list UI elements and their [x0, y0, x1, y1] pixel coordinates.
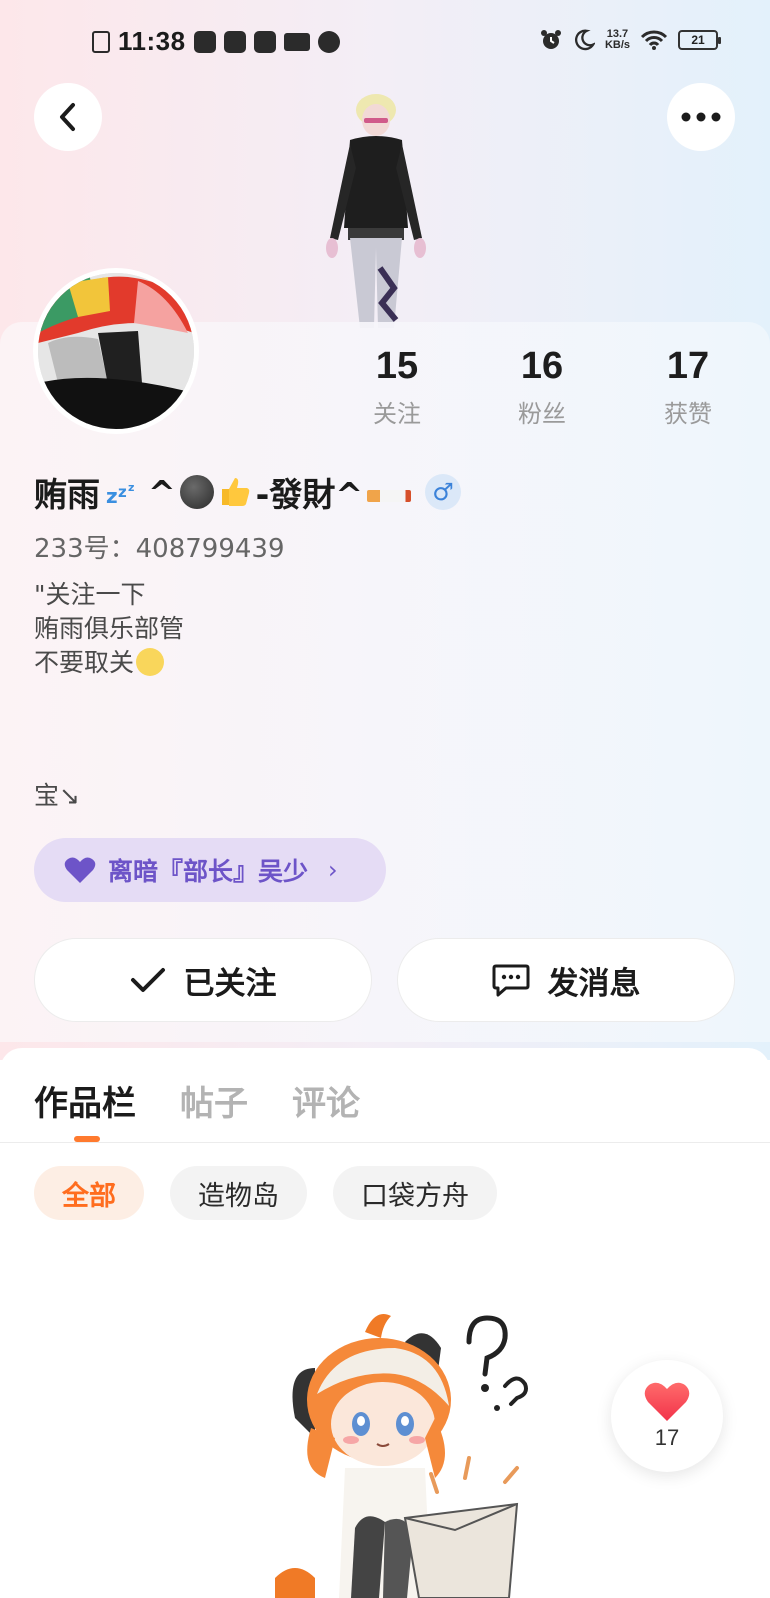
stat-likes[interactable]: 17 获赞: [628, 345, 748, 429]
stat-fans-count: 16: [520, 345, 564, 387]
net-speed-unit: KB/s: [604, 39, 630, 51]
username-part1: 贿雨: [34, 475, 100, 514]
user-id[interactable]: 233号：408799439: [34, 528, 285, 565]
message-button-label: 发消息: [547, 965, 641, 1002]
chat-bubble-icon: [492, 964, 529, 997]
stat-following-label: 关注: [373, 400, 421, 428]
status-time: 11:38: [118, 26, 186, 56]
username-row: 贿雨 zzz ^ -發財^ ♂: [34, 468, 462, 516]
back-button[interactable]: [34, 83, 102, 151]
battery-indicator: 21: [678, 30, 721, 50]
message-button[interactable]: 发消息: [397, 938, 735, 1022]
follow-button-label: 已关注: [183, 965, 277, 1002]
more-dots-icon: [681, 112, 721, 122]
like-count: 17: [654, 1425, 680, 1450]
empty-state-illustration: [275, 1314, 528, 1598]
play-icon: [223, 30, 246, 53]
tab-posts[interactable]: 帖子: [180, 1076, 248, 1125]
avatar-image: [38, 269, 194, 429]
stat-fans-label: 粉丝: [518, 400, 566, 428]
filter-all[interactable]: 全部: [34, 1166, 144, 1220]
bio: "关注一下 贿雨俱乐部管 不要取关: [34, 578, 184, 680]
filter-pocket-ark[interactable]: 口袋方舟: [333, 1166, 497, 1220]
stat-fans[interactable]: 16 粉丝: [482, 345, 602, 429]
video-icon: [283, 32, 310, 51]
sim-icon: [92, 30, 110, 53]
wifi-icon: [640, 30, 668, 50]
bio-line-text: 不要取关: [34, 648, 135, 677]
tab-bar: 作品栏 帖子 评论: [34, 1076, 360, 1125]
thumbs-up-emoji: [221, 478, 249, 506]
bio-extra: 宝↘: [34, 781, 80, 810]
heart-icon: [64, 857, 96, 883]
more-button[interactable]: [667, 83, 735, 151]
username-part3: -發財^: [255, 475, 364, 514]
avatar[interactable]: [33, 268, 199, 434]
filter-chips: 全部 造物岛 口袋方舟: [34, 1166, 497, 1220]
club-label: 离暗『部长』吴少: [108, 857, 309, 886]
check-circle-icon: [317, 30, 340, 53]
heart-icon: [644, 1382, 690, 1421]
relieved-face-emoji: [136, 648, 165, 676]
bio-line: "关注一下: [34, 580, 146, 609]
club-badge[interactable]: 离暗『部长』吴少 ›: [34, 838, 386, 902]
status-bar: 11:38 13.7 KB/s 21: [0, 22, 770, 66]
like-floating-button[interactable]: 17: [611, 1360, 723, 1472]
divider: [0, 1142, 770, 1143]
svg-text:z: z: [106, 484, 118, 507]
stat-following-count: 15: [375, 345, 419, 387]
checkmark-icon: [130, 968, 165, 992]
stat-likes-count: 17: [666, 345, 710, 387]
zzz-emoji: zzz: [106, 481, 134, 507]
back-arrow-icon: [60, 103, 75, 131]
cigarette-emoji: [367, 490, 412, 502]
male-icon: ♂: [425, 474, 462, 510]
profile-character-image: [326, 94, 426, 328]
bio-line-last: 不要取关: [34, 646, 184, 680]
alarm-icon: [540, 30, 561, 49]
follow-button[interactable]: 已关注: [34, 938, 372, 1022]
bio-line: 贿雨俱乐部管: [34, 614, 185, 643]
net-speed: 13.7 KB/s: [605, 29, 630, 51]
bus-icon: [253, 30, 276, 53]
svg-text:z: z: [118, 483, 127, 501]
tab-works[interactable]: 作品栏: [34, 1076, 136, 1125]
stat-likes-label: 获赞: [664, 400, 712, 428]
new-moon-face-emoji: [179, 475, 214, 509]
chevron-right-icon: ›: [328, 856, 338, 884]
tab-comments[interactable]: 评论: [292, 1076, 360, 1125]
mail-icon: [193, 30, 216, 53]
stat-following[interactable]: 15 关注: [337, 345, 457, 429]
username-part2: ^: [148, 472, 176, 512]
filter-creation-island[interactable]: 造物岛: [170, 1166, 307, 1220]
svg-text:z: z: [128, 481, 134, 494]
moon-icon: [574, 29, 595, 51]
